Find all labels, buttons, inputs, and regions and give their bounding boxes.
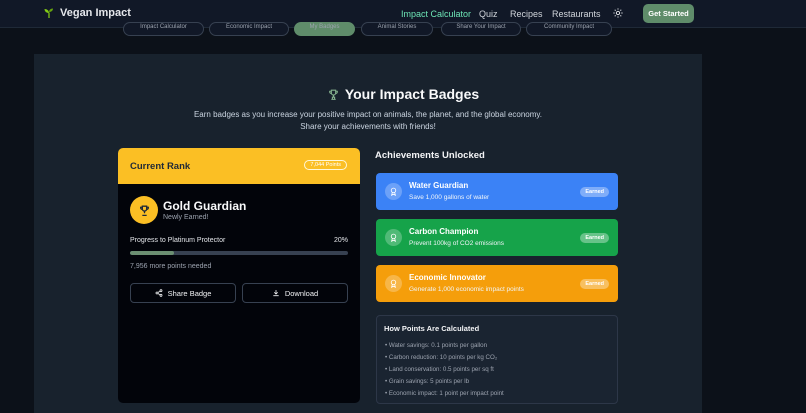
tab-economic-impact[interactable]: Economic Impact — [209, 22, 289, 36]
current-rank-card: Current Rank 7,044 Points Gold Guardian … — [118, 148, 360, 403]
list-item: • Carbon reduction: 10 points per kg CO₂ — [385, 354, 498, 361]
rank-emblem — [130, 196, 158, 224]
progress-percent: 20% — [333, 237, 348, 244]
badge-description: Prevent 100kg of CO2 emissions — [409, 240, 505, 247]
tab-impact-calculator[interactable]: Impact Calculator — [123, 22, 204, 36]
sun-icon[interactable] — [613, 8, 623, 18]
page-title: Your Impact Badges — [0, 86, 806, 102]
badge-name: Water Guardian — [409, 181, 469, 190]
nav-restaurants[interactable]: Restaurants — [552, 9, 601, 19]
calc-list: • Water savings: 0.1 points per gallon •… — [385, 340, 504, 400]
points-calculation-box: How Points Are Calculated • Water saving… — [376, 315, 618, 404]
tab-share-your-impact[interactable]: Share Your Impact — [441, 22, 521, 36]
brand-name: Vegan Impact — [60, 7, 131, 19]
award-icon — [385, 183, 402, 200]
brand-logo[interactable]: Vegan Impact — [43, 7, 131, 19]
tab-animal-stories[interactable]: Animal Stories — [361, 22, 433, 36]
list-item: • Grain savings: 5 points per lb — [385, 378, 470, 385]
badge-water-guardian[interactable]: Water Guardian Save 1,000 gallons of wat… — [376, 173, 618, 210]
tab-community-impact[interactable]: Community Impact — [526, 22, 612, 36]
rank-name: Gold Guardian — [163, 199, 247, 213]
achievements-title: Achievements Unlocked — [375, 150, 485, 161]
badge-economic-innovator[interactable]: Economic Innovator Generate 1,000 econom… — [376, 265, 618, 302]
download-button[interactable]: Download — [242, 283, 348, 303]
award-icon — [385, 229, 402, 246]
earned-badge: Earned — [580, 233, 609, 243]
list-item: • Economic impact: 1 point per impact po… — [385, 390, 504, 397]
rank-card-header: Current Rank 7,044 Points — [118, 148, 360, 184]
progress-fill — [130, 251, 174, 255]
list-item: • Water savings: 0.1 points per gallon — [385, 342, 488, 349]
sprout-icon — [44, 8, 53, 18]
progress-bar — [130, 251, 348, 255]
tab-my-badges[interactable]: My Badges — [294, 22, 355, 36]
badge-name: Carbon Champion — [409, 227, 479, 236]
share-badge-button[interactable]: Share Badge — [130, 283, 236, 303]
trophy-icon — [139, 205, 149, 216]
rank-header-label: Current Rank — [130, 161, 191, 172]
badge-description: Save 1,000 gallons of water — [409, 194, 490, 201]
nav-quiz[interactable]: Quiz — [479, 9, 498, 19]
nav-recipes[interactable]: Recipes — [510, 9, 543, 19]
badge-name: Economic Innovator — [409, 273, 486, 282]
trophy-icon — [328, 89, 338, 100]
badge-description: Generate 1,000 economic impact points — [409, 286, 524, 293]
badge-carbon-champion[interactable]: Carbon Champion Prevent 100kg of CO2 emi… — [376, 219, 618, 256]
earned-badge: Earned — [580, 279, 609, 289]
progress-label: Progress to Platinum Protector — [130, 237, 226, 244]
award-icon — [385, 275, 402, 292]
share-icon — [155, 289, 162, 297]
points-badge: 7,044 Points — [304, 160, 347, 170]
page-intro: Earn badges as you increase your positiv… — [193, 110, 543, 131]
get-started-button[interactable]: Get Started — [643, 4, 694, 23]
list-item: • Land conservation: 0.5 points per sq f… — [385, 366, 494, 373]
rank-status: Newly Earned! — [163, 214, 209, 221]
nav-impact-calculator[interactable]: Impact Calculator — [401, 9, 471, 19]
earned-badge: Earned — [580, 187, 609, 197]
calc-title: How Points Are Calculated — [384, 324, 480, 333]
points-remaining: 7,956 more points needed — [130, 263, 212, 270]
download-icon — [273, 290, 279, 297]
